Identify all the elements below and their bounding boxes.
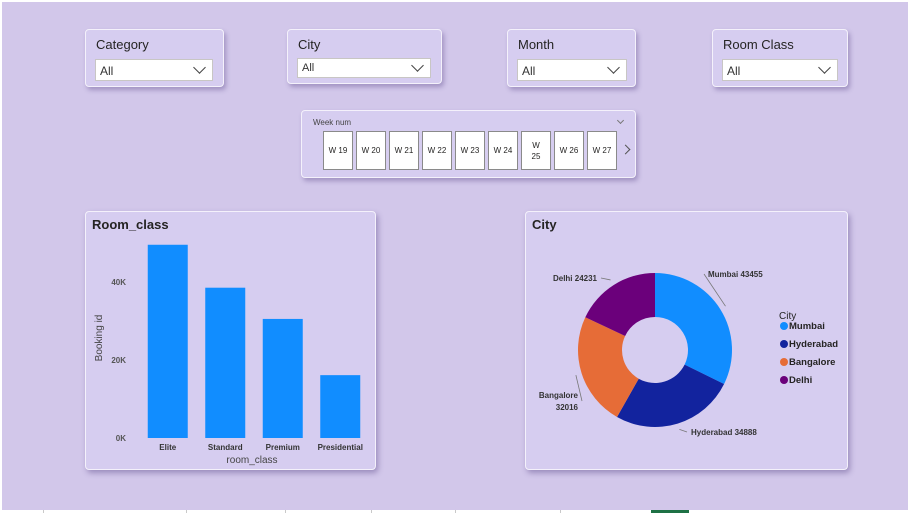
city-card: City Mumbai 43455 Hyderabad 34888 Bangalor… — [525, 211, 848, 470]
week-slicer-title: Week num — [313, 118, 352, 127]
slicer-title: City — [298, 37, 321, 52]
week-button-w19[interactable]: W 19 — [323, 131, 353, 170]
chevron-right-icon[interactable] — [620, 144, 631, 155]
x-tick-label: Standard — [208, 443, 243, 452]
week-button-w20[interactable]: W 20 — [356, 131, 386, 170]
city-dropdown[interactable]: All — [297, 58, 431, 78]
dropdown-value: All — [100, 64, 114, 78]
data-label: Bangalore 32016 — [539, 391, 579, 412]
week-button-w22[interactable]: W 22 — [422, 131, 452, 170]
city-slicer: City All — [287, 29, 442, 84]
week-button-w25[interactable]: W 25 — [521, 131, 551, 170]
week-button-w27[interactable]: W 27 — [587, 131, 617, 170]
bar-elite[interactable] — [147, 244, 188, 438]
dropdown-value: All — [302, 62, 315, 74]
data-label: Delhi 24231 — [553, 274, 598, 283]
bar-premium[interactable] — [262, 318, 303, 438]
city-donut-chart: Mumbai 43455 Hyderabad 34888 Bangalore 3201… — [539, 270, 838, 437]
legend-marker — [780, 340, 788, 348]
legend-item-delhi[interactable]: Delhi — [789, 375, 812, 386]
chevron-down-icon — [411, 59, 424, 72]
legend-marker — [780, 358, 788, 366]
room-class-card: Room_class 0K 20K 40K Elite Standard Premium… — [85, 211, 376, 470]
slicer-title: Month — [518, 37, 555, 52]
y-tick-label: 0K — [116, 434, 126, 443]
x-tick-label: Elite — [159, 443, 176, 452]
legend-item-hyderabad[interactable]: Hyderabad — [789, 339, 838, 350]
week-num-slicer: Week num W 19 W 20 W 21 W 22 W 23 W 24 W… — [301, 110, 636, 178]
week-button-w23[interactable]: W 23 — [455, 131, 485, 170]
month-slicer: Month All — [507, 29, 636, 87]
slicer-title: Room Class — [723, 37, 794, 52]
room-class-bar-chart: 0K 20K 40K Elite Standard Premium Presidentia… — [94, 244, 363, 466]
legend-item-mumbai[interactable]: Mumbai — [789, 321, 825, 332]
week-button-w24[interactable]: W 24 — [488, 131, 518, 170]
week-button-w26[interactable]: W 26 — [554, 131, 584, 170]
legend-marker — [780, 376, 788, 384]
chevron-down-icon — [818, 61, 831, 74]
dropdown-value: All — [522, 64, 536, 78]
bar-presidential[interactable] — [320, 375, 361, 438]
y-axis-label: Booking id — [94, 315, 105, 362]
legend-item-bangalore[interactable]: Bangalore — [789, 357, 835, 368]
bar-standard[interactable] — [205, 287, 246, 438]
leader-line — [600, 277, 611, 281]
x-tick-label: Presidential — [318, 443, 363, 452]
chevron-down-icon[interactable] — [616, 116, 625, 125]
data-label: Hyderabad 34888 — [691, 428, 757, 437]
dropdown-value: All — [727, 64, 741, 78]
month-dropdown[interactable]: All — [517, 59, 627, 81]
y-tick-label: 40K — [111, 278, 126, 287]
legend-marker — [780, 322, 788, 330]
chevron-down-icon — [193, 61, 206, 74]
category-dropdown[interactable]: All — [95, 59, 213, 81]
x-tick-label: Premium — [266, 443, 300, 452]
data-label: Mumbai 43455 — [708, 270, 763, 279]
slice-mumbai[interactable] — [655, 273, 732, 385]
week-button-w21[interactable]: W 21 — [389, 131, 419, 170]
x-axis-label: room_class — [226, 455, 277, 466]
slicer-title: Category — [96, 37, 149, 52]
chevron-down-icon — [607, 61, 620, 74]
room-class-dropdown[interactable]: All — [722, 59, 838, 81]
y-tick-label: 20K — [111, 356, 126, 365]
category-slicer: Category All — [85, 29, 224, 87]
room-class-slicer: Room Class All — [712, 29, 848, 87]
leader-line — [679, 428, 688, 433]
